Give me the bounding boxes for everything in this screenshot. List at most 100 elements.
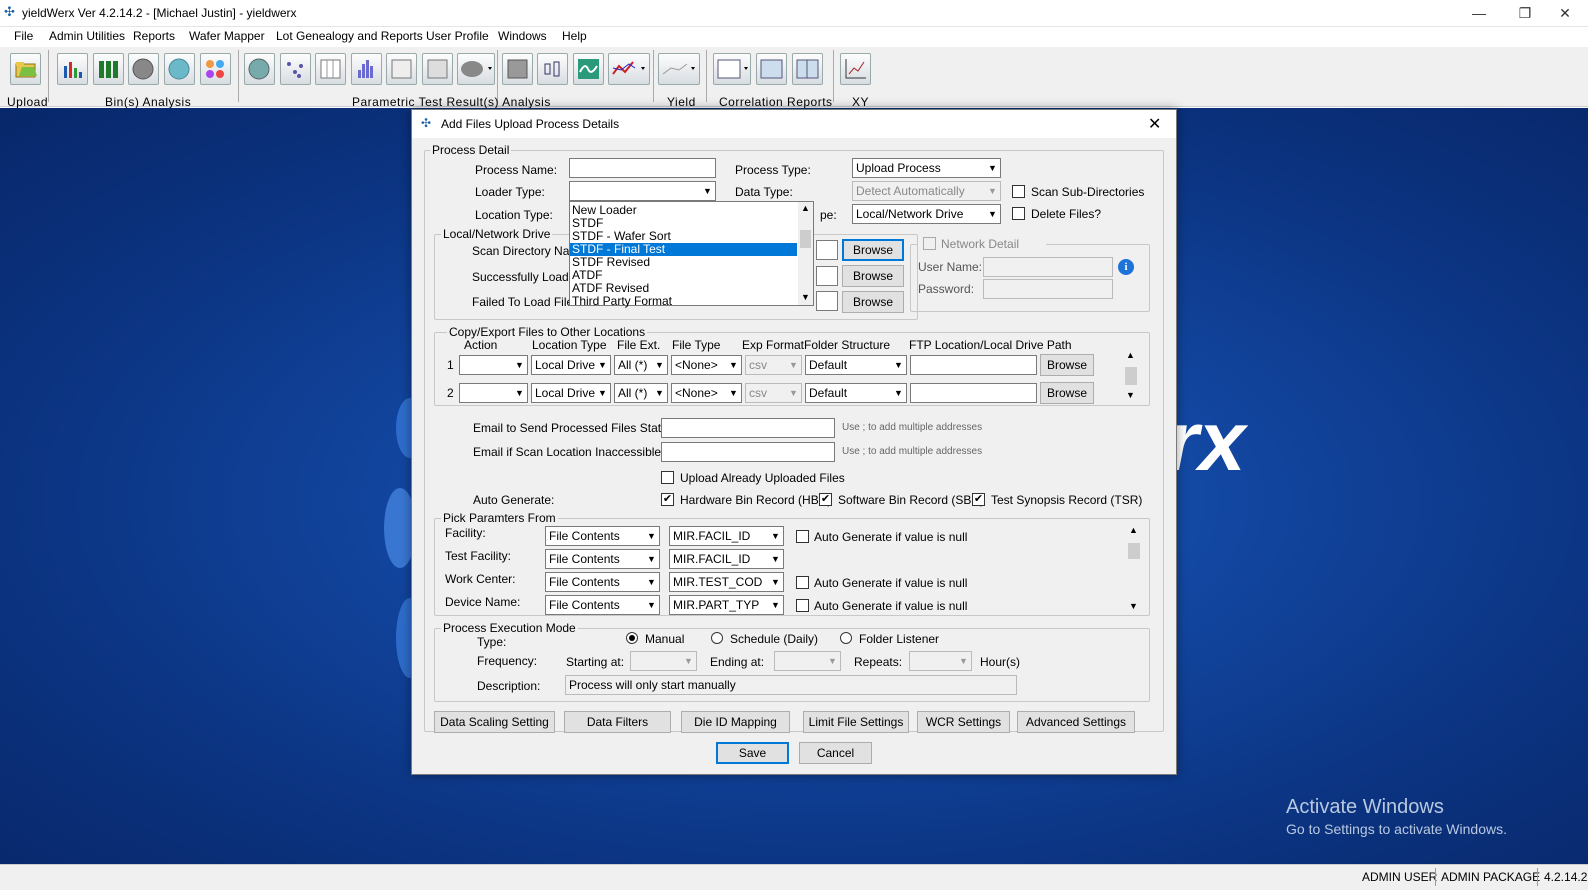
success-folder-input[interactable] <box>816 266 838 286</box>
action-select[interactable]: ▼ <box>459 355 528 375</box>
exp-format-select[interactable]: csv ▼ <box>745 383 802 403</box>
param-box-icon[interactable] <box>502 53 533 85</box>
yield-chart-icon[interactable] <box>658 53 700 85</box>
data-type-select[interactable]: Detect Automatically ▼ <box>852 181 1001 201</box>
file-type-select[interactable]: <None> ▼ <box>671 383 742 403</box>
tsr-checkbox[interactable]: ✔ <box>972 493 985 506</box>
delete-files-checkbox[interactable] <box>1012 207 1025 220</box>
menu-user-profile[interactable]: User Profile <box>426 29 489 43</box>
data-scaling-button[interactable]: Data Scaling Setting <box>434 711 555 733</box>
param-histogram-icon[interactable] <box>351 53 382 85</box>
folder-listener-radio[interactable] <box>840 632 852 644</box>
ftp-path-input[interactable] <box>910 355 1037 375</box>
work-center-field-select[interactable]: MIR.TEST_COD ▼ <box>669 572 784 592</box>
starting-at-select[interactable]: ▼ <box>630 651 697 671</box>
test-facility-field-select[interactable]: MIR.FACIL_ID ▼ <box>669 549 784 569</box>
folder-structure-select[interactable]: Default ▼ <box>805 383 907 403</box>
menu-reports[interactable]: Reports <box>133 29 175 43</box>
param-wafer-dropdown-icon[interactable] <box>457 53 495 85</box>
loader-type-select[interactable]: ▼ <box>569 181 716 201</box>
facility-field-select[interactable]: MIR.FACIL_ID ▼ <box>669 526 784 546</box>
menu-file[interactable]: File <box>14 29 33 43</box>
ftp-path-input[interactable] <box>910 383 1037 403</box>
device-name-source-select[interactable]: File Contents ▼ <box>545 595 660 615</box>
list-item[interactable]: New Loader <box>570 204 797 217</box>
info-icon[interactable]: i <box>1118 259 1134 275</box>
correlation-icon[interactable] <box>713 53 751 85</box>
param-grid-icon[interactable] <box>386 53 417 85</box>
menu-windows[interactable]: Windows <box>498 29 547 43</box>
network-detail-checkbox[interactable] <box>923 237 936 250</box>
param-list-icon[interactable] <box>422 53 453 85</box>
list-item[interactable]: STDF Revised <box>570 256 797 269</box>
work-center-source-select[interactable]: File Contents ▼ <box>545 572 660 592</box>
schedule-radio[interactable] <box>711 632 723 644</box>
exp-format-select[interactable]: csv ▼ <box>745 355 802 375</box>
repeats-select[interactable]: ▼ <box>909 651 972 671</box>
location-select[interactable]: Local Drive ▼ <box>531 383 611 403</box>
browse-export-button[interactable]: Browse <box>1040 382 1094 404</box>
email-inaccessible-input[interactable] <box>661 442 835 462</box>
folder-structure-select[interactable]: Default ▼ <box>805 355 907 375</box>
browse-failed-button[interactable]: Browse <box>842 291 904 313</box>
file-type-select[interactable]: <None> ▼ <box>671 355 742 375</box>
location-select[interactable]: Local Drive ▼ <box>531 355 611 375</box>
bin-stack-icon[interactable] <box>93 53 124 85</box>
save-button[interactable]: Save <box>716 742 789 764</box>
menu-wafer-mapper[interactable]: Wafer Mapper <box>189 29 265 43</box>
sbr-checkbox[interactable]: ✔ <box>819 493 832 506</box>
facility-source-select[interactable]: File Contents ▼ <box>545 526 660 546</box>
description-input[interactable]: Process will only start manually <box>565 675 1017 695</box>
device-name-auto-checkbox[interactable] <box>796 599 809 612</box>
work-center-auto-checkbox[interactable] <box>796 576 809 589</box>
file-ext-select[interactable]: All (*) ▼ <box>614 355 668 375</box>
pick-params-scrollbar[interactable]: ▲ ▼ <box>1126 525 1142 613</box>
process-type-select[interactable]: Upload Process ▼ <box>852 158 1001 178</box>
dropdown-scrollbar[interactable]: ▲ ▼ <box>798 202 813 305</box>
correlation-table-icon[interactable] <box>756 53 787 85</box>
correlation-grid-icon[interactable] <box>792 53 823 85</box>
copy-export-scrollbar[interactable]: ▲ ▼ <box>1123 350 1139 402</box>
limit-file-settings-button[interactable]: Limit File Settings <box>803 711 909 733</box>
param-trend-icon[interactable] <box>573 53 604 85</box>
action-select[interactable]: ▼ <box>459 383 528 403</box>
param-line-chart-icon[interactable] <box>608 53 650 85</box>
network-username-input[interactable] <box>983 257 1113 277</box>
minimize-button[interactable]: — <box>1456 0 1502 27</box>
location-type-select[interactable]: Local/Network Drive ▼ <box>852 204 1001 224</box>
bin-gallery-icon[interactable] <box>200 53 231 85</box>
cancel-button[interactable]: Cancel <box>799 742 872 764</box>
bin-pareto-icon[interactable] <box>57 53 88 85</box>
advanced-settings-button[interactable]: Advanced Settings <box>1017 711 1135 733</box>
close-window-button[interactable]: ✕ <box>1542 0 1588 27</box>
xy-plot-icon[interactable] <box>840 53 871 85</box>
menu-admin-utilities[interactable]: Admin Utilities <box>49 29 125 43</box>
loader-type-dropdown-list[interactable]: New Loader STDF STDF - Wafer Sort STDF -… <box>569 201 814 308</box>
scan-directory-input[interactable] <box>816 240 838 260</box>
upload-already-checkbox[interactable] <box>661 471 674 484</box>
browse-success-button[interactable]: Browse <box>842 265 904 287</box>
dialog-close-icon[interactable]: ✕ <box>1148 114 1161 134</box>
data-filters-button[interactable]: Data Filters <box>564 711 671 733</box>
manual-radio[interactable] <box>626 632 638 644</box>
network-password-input[interactable] <box>983 279 1113 299</box>
scan-sub-directories-checkbox[interactable] <box>1012 185 1025 198</box>
file-ext-select[interactable]: All (*) ▼ <box>614 383 668 403</box>
email-processed-input[interactable] <box>661 418 835 438</box>
device-name-field-select[interactable]: MIR.PART_TYP ▼ <box>669 595 784 615</box>
param-table-icon[interactable] <box>315 53 346 85</box>
param-wafer-icon[interactable] <box>244 53 275 85</box>
bin-wafer-color-icon[interactable] <box>164 53 195 85</box>
param-scatter-icon[interactable] <box>280 53 311 85</box>
menu-help[interactable]: Help <box>562 29 587 43</box>
wcr-settings-button[interactable]: WCR Settings <box>917 711 1010 733</box>
upload-icon[interactable] <box>10 53 41 85</box>
hbr-checkbox[interactable]: ✔ <box>661 493 674 506</box>
ending-at-select[interactable]: ▼ <box>774 651 841 671</box>
failed-folder-input[interactable] <box>816 291 838 311</box>
param-boxplot-icon[interactable] <box>537 53 568 85</box>
test-facility-source-select[interactable]: File Contents ▼ <box>545 549 660 569</box>
browse-export-button[interactable]: Browse <box>1040 354 1094 376</box>
facility-auto-checkbox[interactable] <box>796 530 809 543</box>
menu-lot-genealogy[interactable]: Lot Genealogy and Reports <box>276 29 423 43</box>
